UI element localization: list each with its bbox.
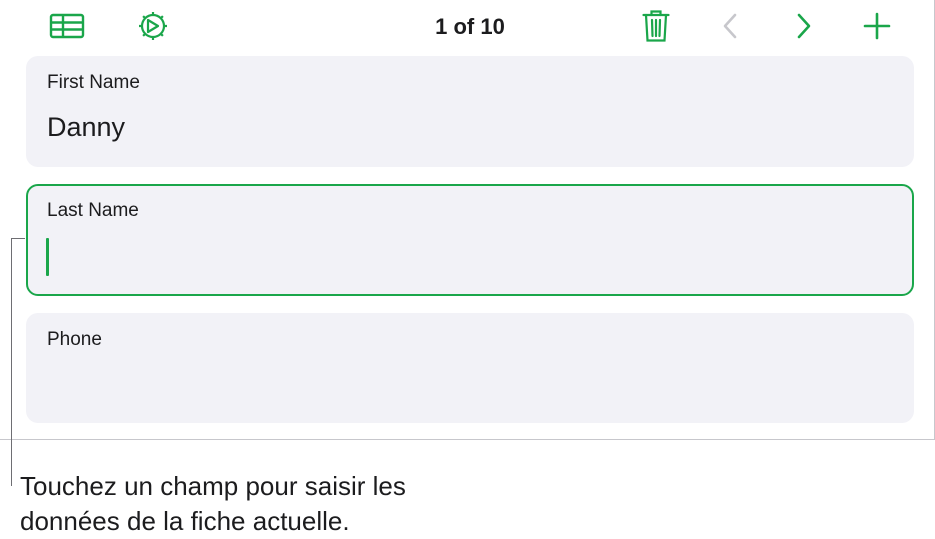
callout-line-1: Touchez un champ pour saisir les (20, 471, 406, 501)
trash-icon (642, 10, 670, 42)
callout-caption: Touchez un champ pour saisir les données… (20, 469, 480, 539)
text-cursor (46, 238, 49, 276)
add-record-button[interactable] (857, 8, 897, 44)
first-name-label: First Name (47, 72, 140, 93)
phone-label: Phone (47, 329, 102, 350)
first-name-value[interactable]: Danny (47, 112, 125, 143)
previous-record-button[interactable] (710, 8, 750, 44)
first-name-field[interactable]: First Name Danny (26, 56, 914, 167)
last-name-label: Last Name (47, 200, 139, 221)
record-form-screen: 1 of 10 First Name Danny Last Name Phone (0, 0, 935, 440)
chevron-right-icon (797, 13, 811, 39)
callout-leader-horizontal (11, 238, 25, 239)
last-name-field[interactable]: Last Name (26, 184, 914, 296)
callout-line-2: données de la fiche actuelle. (20, 506, 350, 536)
gear-icon (139, 12, 167, 40)
phone-field[interactable]: Phone (26, 313, 914, 423)
callout-leader-vertical (11, 238, 12, 486)
chevron-left-icon (723, 13, 737, 39)
toolbar: 1 of 10 (0, 0, 935, 52)
delete-record-button[interactable] (636, 8, 676, 44)
form-settings-button[interactable] (133, 8, 173, 44)
plus-icon (863, 12, 891, 40)
next-record-button[interactable] (784, 8, 824, 44)
record-counter: 1 of 10 (435, 14, 505, 39)
table-view-button[interactable] (47, 8, 87, 44)
table-icon (49, 13, 85, 39)
